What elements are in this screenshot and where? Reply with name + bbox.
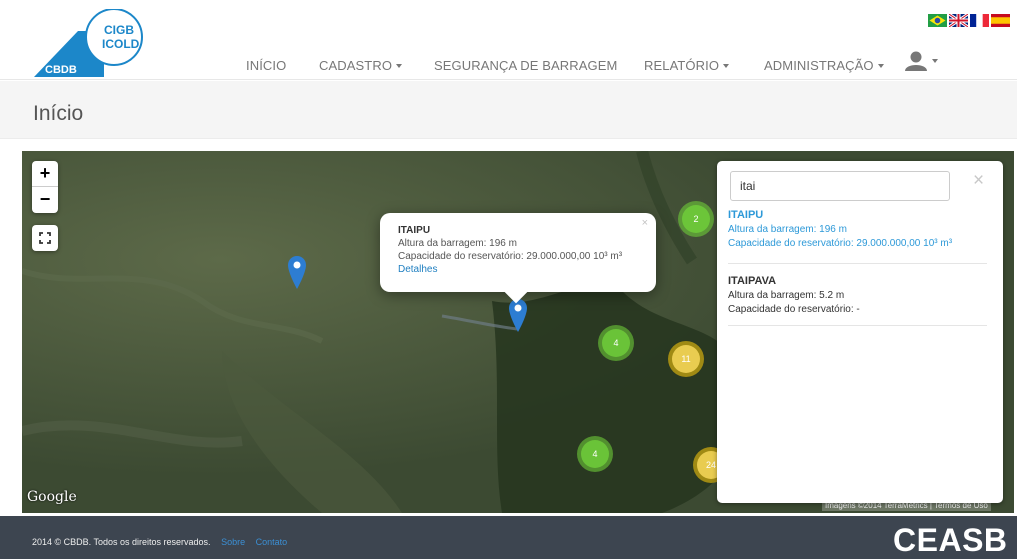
popup-height: Altura da barragem: 196 m — [398, 238, 517, 249]
ceasb-logo: CEASB — [893, 522, 1008, 558]
page-title: Início — [33, 102, 84, 125]
result-capacity: Capacidade do reservatório: 29.000.000,0… — [728, 238, 953, 249]
cbdb-logo[interactable]: CIGB ICOLD CBDB — [34, 8, 152, 77]
footer-link-about[interactable]: Sobre — [221, 537, 245, 547]
language-flags — [928, 14, 1010, 27]
zoom-control: + − — [32, 161, 58, 213]
nav-relatorio-label: RELATÓRIO — [644, 57, 720, 73]
search-result[interactable]: ITAIPAVA Altura da barragem: 5.2 m Capac… — [728, 275, 987, 315]
marker-cluster[interactable]: 11 — [668, 341, 704, 377]
marker-popup: × ITAIPU Altura da barragem: 196 m Capac… — [380, 213, 656, 304]
marker-cluster[interactable]: 4 — [598, 325, 634, 361]
result-title: ITAIPAVA — [728, 275, 777, 287]
nav-seguranca-label: SEGURANÇA DE BARRAGEM — [434, 57, 618, 73]
search-result[interactable]: ITAIPU Altura da barragem: 196 m Capacid… — [728, 209, 987, 249]
user-icon — [905, 51, 927, 71]
zoom-out-button[interactable]: − — [32, 187, 58, 213]
nav-cadastro[interactable]: CADASTRO — [319, 58, 434, 73]
result-height: Altura da barragem: 196 m — [728, 224, 847, 235]
footer-text: 2014 © CBDB. Todos os direitos reservado… — [32, 537, 287, 547]
map-view[interactable]: + − 2 4 11 4 24 × ITAIPU Altura da barra… — [22, 151, 1014, 513]
nav-administracao-label: ADMINISTRAÇÃO — [764, 57, 874, 73]
divider — [728, 325, 987, 326]
nav-relatorio[interactable]: RELATÓRIO — [644, 58, 764, 73]
chevron-down-icon — [723, 64, 730, 69]
svg-text:CBDB: CBDB — [45, 64, 77, 76]
nav-inicio[interactable]: INÍCIO — [246, 58, 319, 73]
cluster-count: 2 — [682, 205, 710, 233]
popup-title: ITAIPU — [398, 225, 431, 236]
chevron-down-icon — [396, 64, 403, 69]
popup-capacity: Capacidade do reservatório: 29.000.000,0… — [398, 251, 623, 262]
map-marker-icon[interactable] — [287, 255, 307, 289]
google-logo: Google — [27, 489, 77, 505]
uk-flag-icon[interactable] — [949, 14, 968, 27]
nav-administracao[interactable]: ADMINISTRAÇÃO — [764, 58, 884, 73]
footer-link-contact[interactable]: Contato — [256, 537, 288, 547]
result-title: ITAIPU — [728, 209, 764, 221]
fullscreen-button[interactable] — [32, 225, 58, 251]
svg-text:ICOLD: ICOLD — [102, 37, 140, 51]
fullscreen-icon — [39, 232, 51, 244]
marker-cluster[interactable]: 2 — [678, 201, 714, 237]
nav-cadastro-label: CADASTRO — [319, 57, 393, 73]
marker-cluster[interactable]: 4 — [577, 436, 613, 472]
popup-close-icon[interactable]: × — [642, 217, 648, 229]
divider — [728, 263, 987, 264]
result-height: Altura da barragem: 5.2 m — [728, 290, 845, 301]
cluster-count: 4 — [581, 440, 609, 468]
chevron-down-icon — [877, 64, 884, 69]
nav-seguranca[interactable]: SEGURANÇA DE BARRAGEM — [434, 58, 644, 73]
popup-details-link[interactable]: Detalhes — [398, 264, 638, 275]
svg-text:CIGB: CIGB — [104, 23, 134, 37]
footer: 2014 © CBDB. Todos os direitos reservado… — [0, 516, 1017, 559]
main-nav: INÍCIO CADASTRO SEGURANÇA DE BARRAGEM RE… — [246, 55, 884, 75]
page-header: Início — [0, 81, 1017, 139]
brazil-flag-icon[interactable] — [928, 14, 947, 27]
search-panel: × ITAIPU Altura da barragem: 196 m Capac… — [717, 161, 1003, 503]
zoom-in-button[interactable]: + — [32, 161, 58, 187]
result-capacity: Capacidade do reservatório: - — [728, 304, 860, 315]
cluster-count: 11 — [672, 345, 700, 373]
cluster-count: 4 — [602, 329, 630, 357]
copyright: 2014 © CBDB. Todos os direitos reservado… — [32, 537, 211, 547]
navbar: CIGB ICOLD CBDB INÍCIO CADASTRO SEGURANÇ… — [0, 0, 1017, 80]
spain-flag-icon[interactable] — [991, 14, 1010, 27]
chevron-down-icon — [932, 59, 938, 63]
user-menu[interactable] — [904, 51, 938, 71]
nav-inicio-label: INÍCIO — [246, 57, 287, 73]
close-icon[interactable]: × — [973, 170, 984, 192]
france-flag-icon[interactable] — [970, 14, 989, 27]
map-marker-icon[interactable] — [508, 298, 528, 332]
search-input[interactable] — [730, 171, 950, 201]
